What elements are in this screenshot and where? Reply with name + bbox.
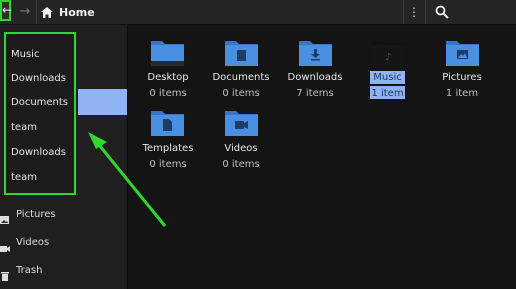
annotation-arrow xyxy=(88,132,167,227)
